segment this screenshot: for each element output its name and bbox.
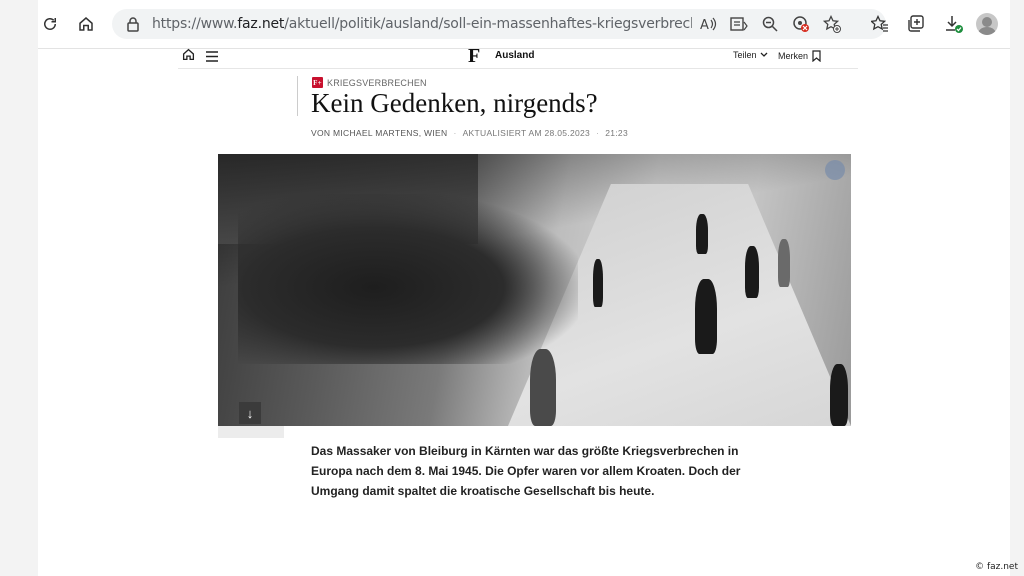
zoom-icon[interactable]: [759, 13, 781, 35]
byline: VON MICHAEL MARTENS, WIEN · AKTUALISIERT A…: [311, 128, 628, 138]
browser-window: https://www.faz.net/aktuell/politik/ausl…: [38, 0, 1010, 576]
collections-icon[interactable]: [904, 12, 928, 36]
photo-figure: [778, 239, 790, 287]
tracking-prevention-icon[interactable]: [790, 13, 812, 35]
browser-toolbar: https://www.faz.net/aktuell/politik/ausl…: [38, 0, 1010, 49]
chevron-down-icon: [760, 52, 767, 57]
share-button[interactable]: Teilen: [733, 50, 768, 60]
url-path: /aktuell/politik/ausland/soll-ein-massen…: [284, 16, 692, 32]
watermark: © faz.net: [975, 562, 1018, 572]
article-photo[interactable]: [218, 154, 851, 426]
read-aloud-icon[interactable]: A: [697, 13, 719, 35]
photo-figure: [530, 349, 556, 426]
plus-badge-icon: F+: [312, 77, 323, 88]
kicker: F+ KRIEGSVERBRECHEN: [312, 77, 427, 88]
byline-time: 21:23: [605, 128, 628, 138]
reload-icon[interactable]: [38, 12, 62, 36]
add-favorite-icon[interactable]: [821, 13, 843, 35]
bookmark-icon: [812, 50, 821, 62]
photo-caption-bar: [218, 426, 284, 438]
bookmark-label: Merken: [778, 51, 809, 61]
photo-figure: [745, 246, 759, 298]
url-text[interactable]: https://www.faz.net/aktuell/politik/ausl…: [152, 16, 692, 32]
expand-image-icon[interactable]: [825, 160, 845, 180]
byline-author[interactable]: VON MICHAEL MARTENS, WIEN: [311, 128, 447, 138]
arrow-down-icon[interactable]: ↓: [239, 402, 261, 424]
photo-figure: [696, 214, 708, 254]
home-icon[interactable]: [74, 12, 98, 36]
photo-figure: [830, 364, 848, 426]
site-home-icon[interactable]: [182, 48, 195, 66]
share-label: Teilen: [733, 50, 757, 60]
lock-icon[interactable]: [126, 16, 140, 37]
url-domain: faz.net: [237, 16, 285, 32]
photo-figure: [593, 259, 603, 307]
reader-view-icon[interactable]: [728, 13, 750, 35]
site-logo[interactable]: F: [468, 45, 480, 68]
byline-updated: AKTUALISIERT AM 28.05.2023: [462, 128, 591, 138]
site-header: F Ausland Teilen Merken: [178, 44, 858, 69]
profile-icon[interactable]: [976, 13, 998, 35]
photo-figure: [695, 279, 717, 354]
article-teaser: Das Massaker von Bleiburg in Kärnten war…: [311, 444, 741, 498]
section-name[interactable]: Ausland: [495, 50, 534, 61]
photo-crowd: [238, 194, 578, 364]
downloads-icon[interactable]: [942, 12, 966, 36]
favorites-icon[interactable]: [868, 12, 892, 36]
bookmark-button[interactable]: Merken: [778, 50, 821, 62]
svg-text:A: A: [700, 18, 709, 32]
url-prefix: https://www.: [152, 16, 238, 32]
menu-icon[interactable]: [206, 49, 218, 67]
address-bar[interactable]: https://www.faz.net/aktuell/politik/ausl…: [112, 9, 886, 39]
article-headline: Kein Gedenken, nirgends?: [311, 88, 598, 118]
kicker-text: KRIEGSVERBRECHEN: [327, 77, 427, 88]
